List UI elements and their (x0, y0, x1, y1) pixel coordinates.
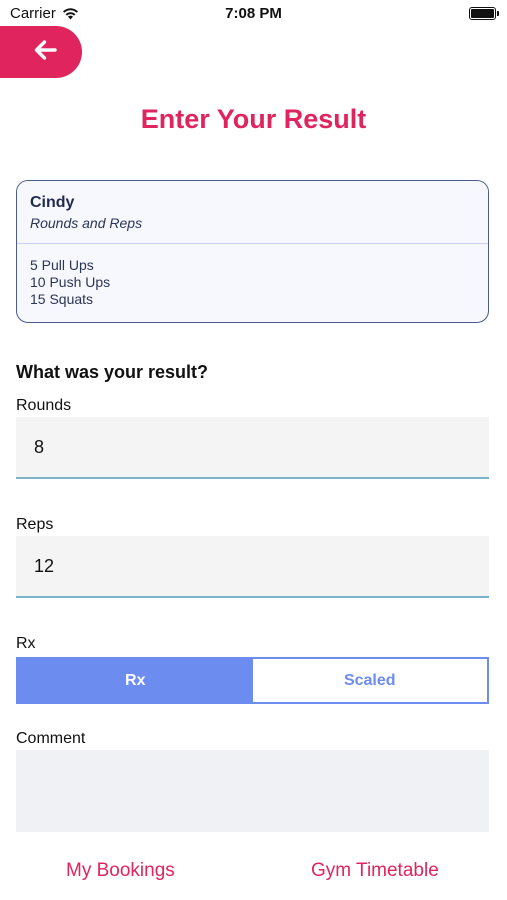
my-bookings-link[interactable]: My Bookings (66, 860, 175, 882)
movement-item: 10 Push Ups (30, 274, 111, 290)
rx-segmented-control: Rx Scaled (16, 657, 489, 704)
workout-type: Rounds and Reps (30, 215, 143, 231)
rx-label: Rx (16, 635, 36, 652)
rounds-input[interactable]: 8 (16, 417, 489, 479)
arrow-left-icon (25, 39, 57, 66)
rounds-label: Rounds (16, 397, 72, 414)
comment-input[interactable] (16, 750, 489, 832)
page-title: Enter Your Result (140, 104, 367, 134)
workout-card: Cindy Rounds and Reps 5 Pull Ups 10 Push… (16, 180, 489, 323)
segment-scaled[interactable]: Scaled (252, 659, 487, 702)
workout-card-header: Cindy Rounds and Reps (17, 181, 488, 244)
workout-name: Cindy (30, 194, 75, 211)
comment-label: Comment (16, 730, 86, 747)
movement-item: 15 Squats (30, 291, 94, 307)
reps-label: Reps (16, 516, 54, 533)
status-time: 7:08 PM (225, 5, 282, 22)
workout-movements: 5 Pull Ups 10 Push Ups 15 Squats (17, 244, 488, 321)
battery-icon (469, 7, 499, 20)
status-bar: Carrier 7:08 PM (0, 0, 507, 30)
reps-input[interactable]: 12 (16, 536, 489, 598)
back-button[interactable] (0, 26, 82, 78)
result-question: What was your result? (16, 362, 209, 382)
segment-rx[interactable]: Rx (18, 659, 253, 702)
movement-item: 5 Pull Ups (30, 257, 94, 273)
gym-timetable-link[interactable]: Gym Timetable (311, 860, 439, 882)
